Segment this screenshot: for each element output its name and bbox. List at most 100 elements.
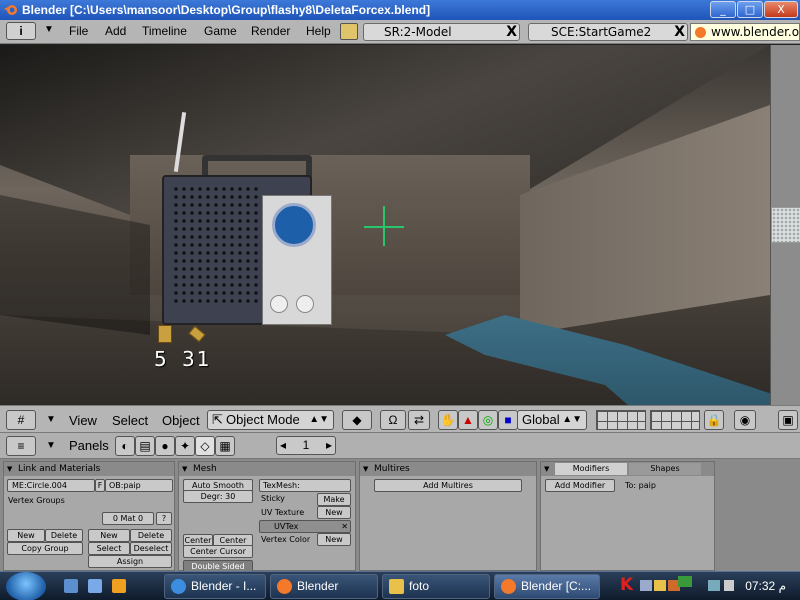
render-icon[interactable]: ◉: [734, 410, 756, 430]
radio-speaker-grille: [172, 185, 262, 305]
uv-texture-new-button[interactable]: New: [317, 506, 351, 519]
manipulator-toggle[interactable]: ⇄: [408, 410, 430, 430]
tray-3d-icon[interactable]: [678, 576, 692, 587]
buttons-window-type-icon[interactable]: ≡: [6, 436, 36, 456]
ie-icon: [171, 579, 186, 594]
start-button[interactable]: [6, 572, 46, 600]
taskbar-item-foto[interactable]: foto: [382, 574, 490, 599]
grid-view-type-icon[interactable]: #: [6, 410, 36, 430]
minimize-button[interactable]: _: [710, 1, 736, 18]
tray-monitor-icon[interactable]: [640, 580, 652, 591]
vgroup-new-button[interactable]: New: [7, 529, 45, 542]
network-icon[interactable]: [708, 580, 720, 591]
viewport-thumbnail[interactable]: [771, 207, 800, 243]
shading-context-icon[interactable]: ●: [155, 436, 175, 456]
object-name-field[interactable]: OB:paip: [105, 479, 173, 492]
taskbar-item-blender[interactable]: Blender: [270, 574, 378, 599]
menu-timeline[interactable]: Timeline: [142, 24, 187, 38]
rotate-manipulator-icon[interactable]: ◎: [478, 410, 498, 430]
show-desktop-icon[interactable]: [64, 579, 78, 593]
material-select-button[interactable]: Select: [88, 542, 130, 555]
volume-icon[interactable]: [724, 580, 734, 591]
lock-icon[interactable]: 🔒: [704, 410, 724, 430]
kaspersky-icon[interactable]: K: [620, 575, 633, 595]
editing-context-icon[interactable]: ◇: [195, 436, 215, 456]
screen-delete-icon[interactable]: X: [506, 24, 517, 40]
vertex-color-new-button[interactable]: New: [317, 533, 351, 546]
switch-windows-icon[interactable]: [88, 579, 102, 593]
mesh-panel-title[interactable]: Mesh: [179, 462, 355, 476]
clock[interactable]: 07:32 م: [745, 579, 786, 593]
material-new-button[interactable]: New: [88, 529, 130, 542]
vertex-groups-label: Vertex Groups: [8, 496, 65, 505]
draw-type-dropdown[interactable]: ◆: [342, 410, 372, 430]
screen-field[interactable]: SR:2-Model X: [363, 23, 520, 41]
layer-buttons-left[interactable]: [596, 410, 646, 430]
blender-logo-icon: [4, 5, 17, 15]
frame-number-field[interactable]: ◂ 1 ▸: [276, 436, 336, 455]
menu-file[interactable]: File: [69, 24, 88, 38]
tab-modifiers[interactable]: Modifiers: [555, 463, 627, 475]
view-header-collapse-icon[interactable]: ▼: [46, 414, 56, 425]
scene-delete-icon[interactable]: X: [674, 24, 685, 40]
fake-user-button[interactable]: F: [95, 479, 105, 492]
vgroup-delete-button[interactable]: Delete: [45, 529, 83, 542]
tray-folder-icon[interactable]: [654, 580, 666, 591]
add-modifier-button[interactable]: Add Modifier: [545, 479, 615, 492]
script-context-icon[interactable]: ▤: [135, 436, 155, 456]
degr-field[interactable]: Degr: 30: [183, 490, 253, 503]
uvtex-layer[interactable]: UVTex ✕: [259, 520, 351, 533]
menu-render[interactable]: Render: [251, 24, 290, 38]
orientation-dropdown[interactable]: Global ▲▼: [517, 410, 587, 430]
hand-manipulator-icon[interactable]: ✋: [438, 410, 458, 430]
grenade-icon: [158, 325, 172, 343]
taskbar-item-blender-active[interactable]: Blender [C:...: [494, 574, 600, 599]
close-button[interactable]: X: [764, 1, 798, 18]
center-cursor-button[interactable]: Center Cursor: [183, 545, 253, 558]
frame-left-arrow-icon[interactable]: ◂: [280, 437, 286, 454]
screen-browse-icon[interactable]: [340, 23, 358, 40]
info-window-type-button[interactable]: i: [6, 22, 36, 40]
material-delete-button[interactable]: Delete: [130, 529, 172, 542]
link-materials-title[interactable]: Link and Materials: [4, 462, 174, 476]
taskbar-item-blender-ie[interactable]: Blender - I...: [164, 574, 266, 599]
multires-panel-title[interactable]: Multires: [360, 462, 536, 476]
object-context-icon[interactable]: ✦: [175, 436, 195, 456]
header-collapse-arrow-icon[interactable]: ▼: [44, 24, 54, 35]
object-mode-dropdown[interactable]: ⇱ Object Mode ▲▼: [207, 410, 334, 430]
layer-buttons-right[interactable]: [650, 410, 700, 430]
mesh-name-field[interactable]: ME:Circle.004: [7, 479, 95, 492]
scene-field[interactable]: SCE:StartGame2 X: [528, 23, 688, 41]
snap-icon[interactable]: ▣: [778, 410, 798, 430]
menu-view[interactable]: View: [69, 413, 97, 428]
maximize-button[interactable]: □: [737, 1, 763, 18]
material-assign-button[interactable]: Assign: [88, 555, 172, 568]
pivot-dropdown[interactable]: Ω: [380, 410, 406, 430]
media-player-icon[interactable]: [112, 579, 126, 593]
sticky-make-button[interactable]: Make: [317, 493, 351, 506]
logic-context-icon[interactable]: ◐: [115, 436, 135, 456]
copy-group-button[interactable]: Copy Group: [7, 542, 83, 555]
menu-add[interactable]: Add: [105, 24, 126, 38]
menu-select[interactable]: Select: [112, 413, 148, 428]
texmesh-field[interactable]: TexMesh:: [259, 479, 351, 492]
3d-viewport[interactable]: [0, 45, 770, 405]
link-materials-panel: Link and Materials ME:Circle.004 F OB:pa…: [3, 461, 175, 571]
material-help-button[interactable]: ?: [156, 512, 172, 525]
translate-manipulator-icon[interactable]: ▲: [458, 410, 478, 430]
sticky-label: Sticky: [261, 494, 285, 503]
blender-url-link[interactable]: www.blender.or: [690, 23, 800, 41]
material-index-field[interactable]: 0 Mat 0: [102, 512, 154, 525]
scene-context-icon[interactable]: ▦: [215, 436, 235, 456]
menu-help[interactable]: Help: [306, 24, 331, 38]
add-multires-button[interactable]: Add Multires: [374, 479, 522, 492]
scale-manipulator-icon[interactable]: ■: [498, 410, 518, 430]
material-deselect-button[interactable]: Deselect: [130, 542, 172, 555]
radio-dial: [272, 203, 316, 247]
frame-right-arrow-icon[interactable]: ▸: [326, 437, 332, 454]
tab-shapes[interactable]: Shapes: [629, 463, 701, 475]
menu-game[interactable]: Game: [204, 24, 237, 38]
uvtex-delete-icon[interactable]: ✕: [341, 521, 348, 532]
buttons-header-collapse-icon[interactable]: ▼: [46, 440, 56, 451]
menu-object[interactable]: Object: [162, 413, 200, 428]
